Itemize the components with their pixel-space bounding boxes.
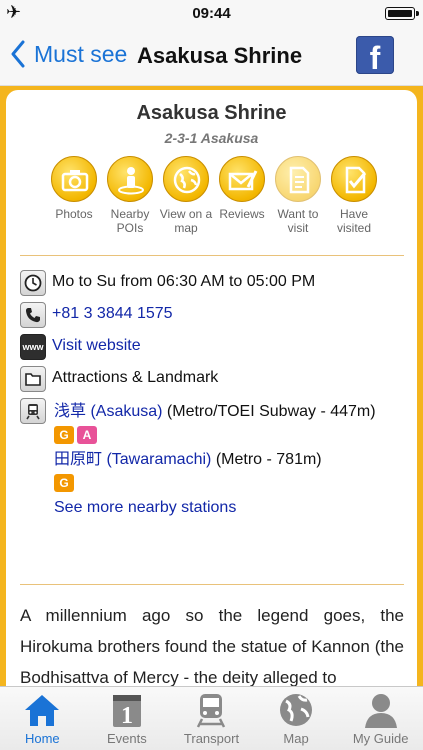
back-button[interactable]: Must see [10,40,127,68]
line-badges: G [54,474,404,492]
globe-icon [163,156,209,202]
tab-transport[interactable]: Transport [169,687,254,750]
person-icon [364,694,397,728]
tab-events-label: Events [107,731,147,746]
want-label-1: Want to [277,207,319,221]
stations-row [20,398,52,424]
phone-row[interactable]: +81 3 3844 1575 [20,302,173,328]
station-detail: (Metro/TOEI Subway - 447m) [162,403,376,420]
tab-map[interactable]: Map [254,687,339,750]
category-row: Attractions & Landmark [20,366,218,392]
line-badge: G [54,474,74,492]
visited-label-2: visited [336,221,371,235]
line-badge: A [77,426,97,444]
station-name-link[interactable]: 田原町 (Tawaramachi) [54,451,211,468]
navigation-bar: Must see Asakusa Shrine f [0,26,423,86]
tab-my-guide-label: My Guide [352,731,409,746]
tab-bar: Home 1 Events Transport Map My Guide [0,686,423,750]
train-icon [197,694,226,728]
tab-home-label: Home [24,731,60,746]
content-frame: Asakusa Shrine 2-3-1 Asakusa Photos Near… [0,86,423,690]
category-text: Attractions & Landmark [52,369,219,386]
line-badges: G A [54,426,404,444]
facebook-share-button[interactable]: f [356,36,394,76]
hours-row: Mo to Su from 06:30 AM to 05:00 PM [20,270,315,296]
tab-map-label: Map [283,731,309,746]
reviews-label: Reviews [219,207,265,221]
want-to-visit-button[interactable]: Want to visit [268,156,328,235]
station-item: 浅草 (Asakusa) (Metro/TOEI Subway - 447m) [54,400,404,424]
visit-website-link[interactable]: Visit website [52,334,141,358]
description-text: A millennium ago so the legend goes, the… [20,606,404,687]
place-name: Asakusa Shrine [136,102,287,124]
tab-events[interactable]: 1 Events [85,687,170,750]
station-name-link[interactable]: 浅草 (Asakusa) [54,403,162,420]
train-icon [20,398,46,424]
action-buttons: Photos NearbyPOIs View on amap Reviews [44,156,384,246]
website-row[interactable]: www Visit website [20,334,141,360]
divider [20,255,404,256]
opening-hours: Mo to Su from 06:30 AM to 05:00 PM [52,273,316,290]
checklist-icon [331,156,377,202]
chevron-left-icon [11,40,25,68]
globe-icon [280,694,313,726]
station-item: 田原町 (Tawaramachi) (Metro - 781m) [54,448,404,472]
station-list: 浅草 (Asakusa) (Metro/TOEI Subway - 447m) … [54,400,404,520]
photos-label: Photos [55,207,93,221]
tab-my-guide[interactable]: My Guide [338,687,423,750]
line-badge: G [54,426,74,444]
phone-number-link[interactable]: +81 3 3844 1575 [52,302,173,326]
status-bar: ✈ 09:44 [0,0,423,26]
nearby-pois-button[interactable]: Nearby POIs [100,156,160,235]
calendar-day: 1 [121,703,133,729]
back-button-label: Must see [34,40,128,67]
detail-card: Asakusa Shrine 2-3-1 Asakusa Photos Near… [6,90,417,690]
battery-icon [385,7,419,20]
clock-icon [20,270,46,296]
document-icon [275,156,321,202]
map-label-2: map [174,221,198,235]
place-address: 2-3-1 Asakusa [164,130,259,146]
camera-icon [51,156,97,202]
have-visited-button[interactable]: Have visited [324,156,384,235]
map-label-1: View on a [159,207,213,221]
visited-label-1: Have [339,207,368,221]
photos-button[interactable]: Photos [44,156,104,221]
tab-transport-label: Transport [183,731,240,746]
status-time: 09:44 [192,5,231,22]
want-label-2: visit [287,221,309,235]
folder-icon [20,366,46,392]
home-icon [25,695,60,726]
divider [20,584,404,585]
nearby-label-2: POIs [116,221,144,235]
phone-icon [20,302,46,328]
envelope-pencil-icon [219,156,265,202]
tab-home[interactable]: Home [0,687,85,750]
www-icon: www [20,334,46,360]
page-title: Asakusa Shrine [137,43,303,68]
calendar-icon: 1 [112,695,141,729]
nearby-person-icon [107,156,153,202]
station-detail: (Metro - 781m) [211,451,322,468]
reviews-button[interactable]: Reviews [212,156,272,221]
view-on-map-button[interactable]: View on a map [156,156,216,235]
see-more-stations-link[interactable]: See more nearby stations [54,496,404,520]
nearby-label-1: Nearby [110,207,150,221]
